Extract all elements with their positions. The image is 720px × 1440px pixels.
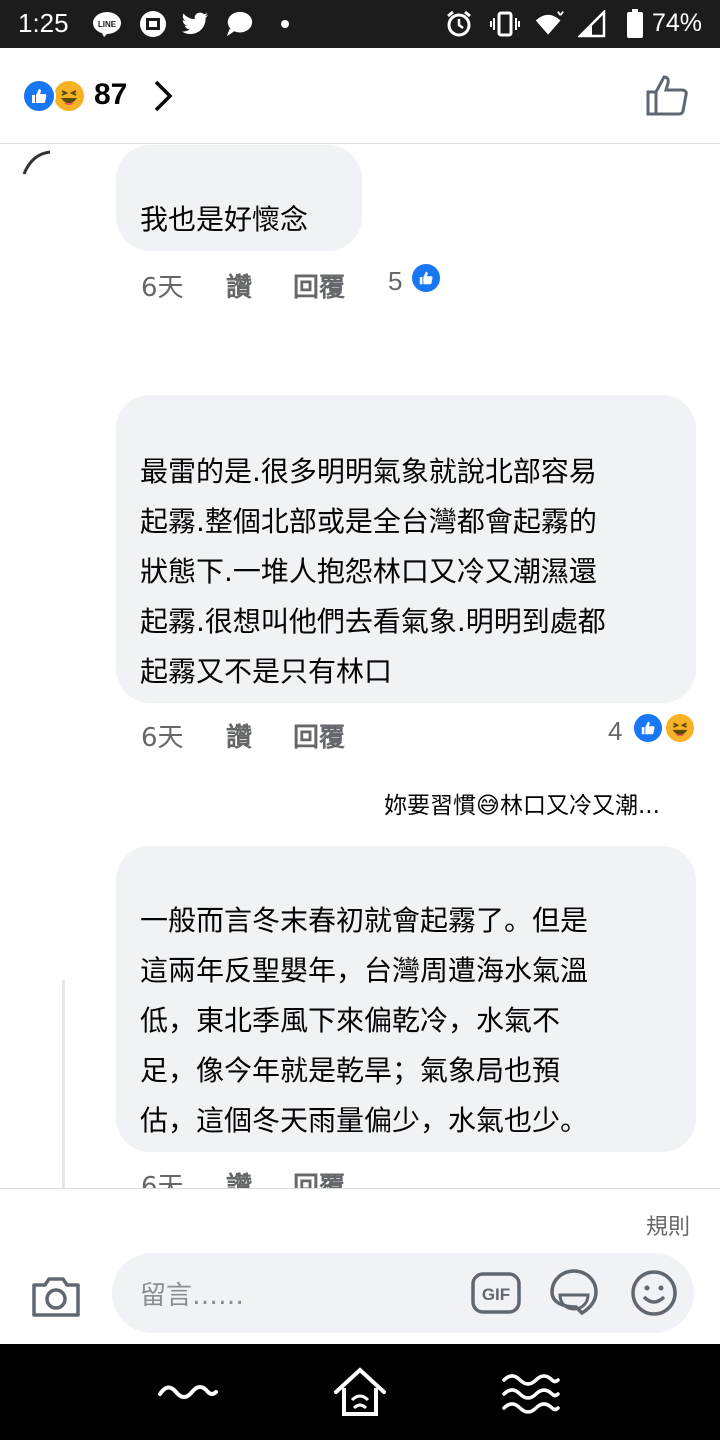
home-icon[interactable]: [330, 1364, 390, 1420]
reply-preview[interactable]: 妳要習慣😅林口又冷又潮...: [384, 786, 660, 820]
battery-percent: 74%: [652, 9, 703, 37]
signal-icon: [578, 9, 608, 39]
like-button[interactable]: 讚: [226, 267, 252, 304]
comment-line: 起霧.整個北部或是全台灣都會起霧的: [140, 505, 597, 538]
reply-button[interactable]: 回覆: [293, 717, 345, 754]
comment-line: 這兩年反聖嬰年，台灣周遭海水氣溫: [140, 954, 589, 987]
twitter-icon: [180, 9, 210, 39]
gif-icon[interactable]: GIF: [470, 1267, 522, 1319]
comment-time: 6天: [141, 723, 184, 753]
haha-icon: [52, 79, 86, 113]
svg-text:LINE: LINE: [98, 20, 117, 29]
comment-input[interactable]: 留言…… GIF: [112, 1253, 694, 1333]
status-bar: 1:25 LINE 74%: [0, 0, 720, 48]
comment-text: 一般而言冬末春初就會起霧了。但是 這兩年反聖嬰年，台灣周遭海水氣溫 低，東北季風…: [140, 896, 588, 1146]
comment-reaction-count[interactable]: 5: [388, 266, 402, 297]
system-nav-bar: [0, 1344, 720, 1440]
haha-icon: [664, 712, 696, 744]
comment-time: 6天: [141, 273, 184, 303]
comment-line: 足，像今年就是乾旱；氣象局也預: [140, 1054, 561, 1087]
comment-text: 最雷的是.很多明明氣象就說北部容易 起霧.整個北部或是全台灣都會起霧的 狀態下.…: [140, 447, 606, 697]
avatar[interactable]: [22, 150, 52, 176]
gif-label: GIF: [482, 1285, 510, 1304]
dot-icon: [270, 9, 300, 39]
like-button[interactable]: 讚: [226, 717, 252, 754]
sticker-icon[interactable]: [548, 1267, 600, 1319]
thread-line: [62, 980, 65, 1190]
reply-button[interactable]: 回覆: [293, 267, 345, 304]
battery-icon: [620, 9, 650, 39]
status-time: 1:25: [18, 8, 69, 38]
comment-composer: 規則 留言…… GIF: [0, 1188, 720, 1344]
comment-bubble[interactable]: 最雷的是.很多明明氣象就說北部容易 起霧.整個北部或是全台灣都會起霧的 狀態下.…: [116, 395, 696, 703]
comment-text: 我也是好懷念: [140, 203, 309, 236]
rules-link[interactable]: 規則: [646, 1209, 690, 1241]
comment-line: 起霧又不是只有林口: [140, 655, 393, 688]
wifi-icon: [534, 9, 564, 39]
comment-line: 低，東北季風下來偏乾冷，水氣不: [140, 1004, 561, 1037]
chevron-right-icon[interactable]: [150, 78, 174, 118]
comment-line: 估，這個冬天雨量偏少，水氣也少。: [140, 1104, 589, 1137]
comment-bubble[interactable]: 我也是好懷念: [116, 145, 362, 251]
reaction-count: 87: [94, 78, 128, 111]
thumbs-up-outline-icon[interactable]: [644, 74, 690, 122]
recents-icon[interactable]: [500, 1364, 560, 1420]
camera-icon[interactable]: [30, 1275, 82, 1323]
comment-input-placeholder: 留言……: [140, 1281, 245, 1311]
like-icon: [22, 79, 56, 113]
reactions-header[interactable]: 87: [0, 48, 720, 144]
line-icon: LINE: [92, 9, 122, 39]
vibrate-icon: [490, 9, 520, 39]
app-icon: [138, 9, 168, 39]
comment-bubble[interactable]: 一般而言冬末春初就會起霧了。但是 這兩年反聖嬰年，台灣周遭海水氣溫 低，東北季風…: [116, 846, 696, 1152]
back-gesture-icon[interactable]: [158, 1364, 218, 1420]
comment-line: 狀態下.一堆人抱怨林口又冷又潮濕還: [140, 555, 597, 588]
chat-icon: [224, 9, 254, 39]
like-icon: [632, 712, 664, 744]
like-icon: [410, 262, 442, 294]
comment-line: 起霧.很想叫他們去看氣象.明明到處都: [140, 605, 606, 638]
comment-line: 最雷的是.很多明明氣象就說北部容易: [140, 455, 597, 488]
comment-reaction-count[interactable]: 4: [608, 716, 622, 747]
alarm-icon: [444, 9, 474, 39]
emoji-icon[interactable]: [628, 1267, 680, 1319]
comment-line: 一般而言冬末春初就會起霧了。但是: [140, 904, 589, 937]
